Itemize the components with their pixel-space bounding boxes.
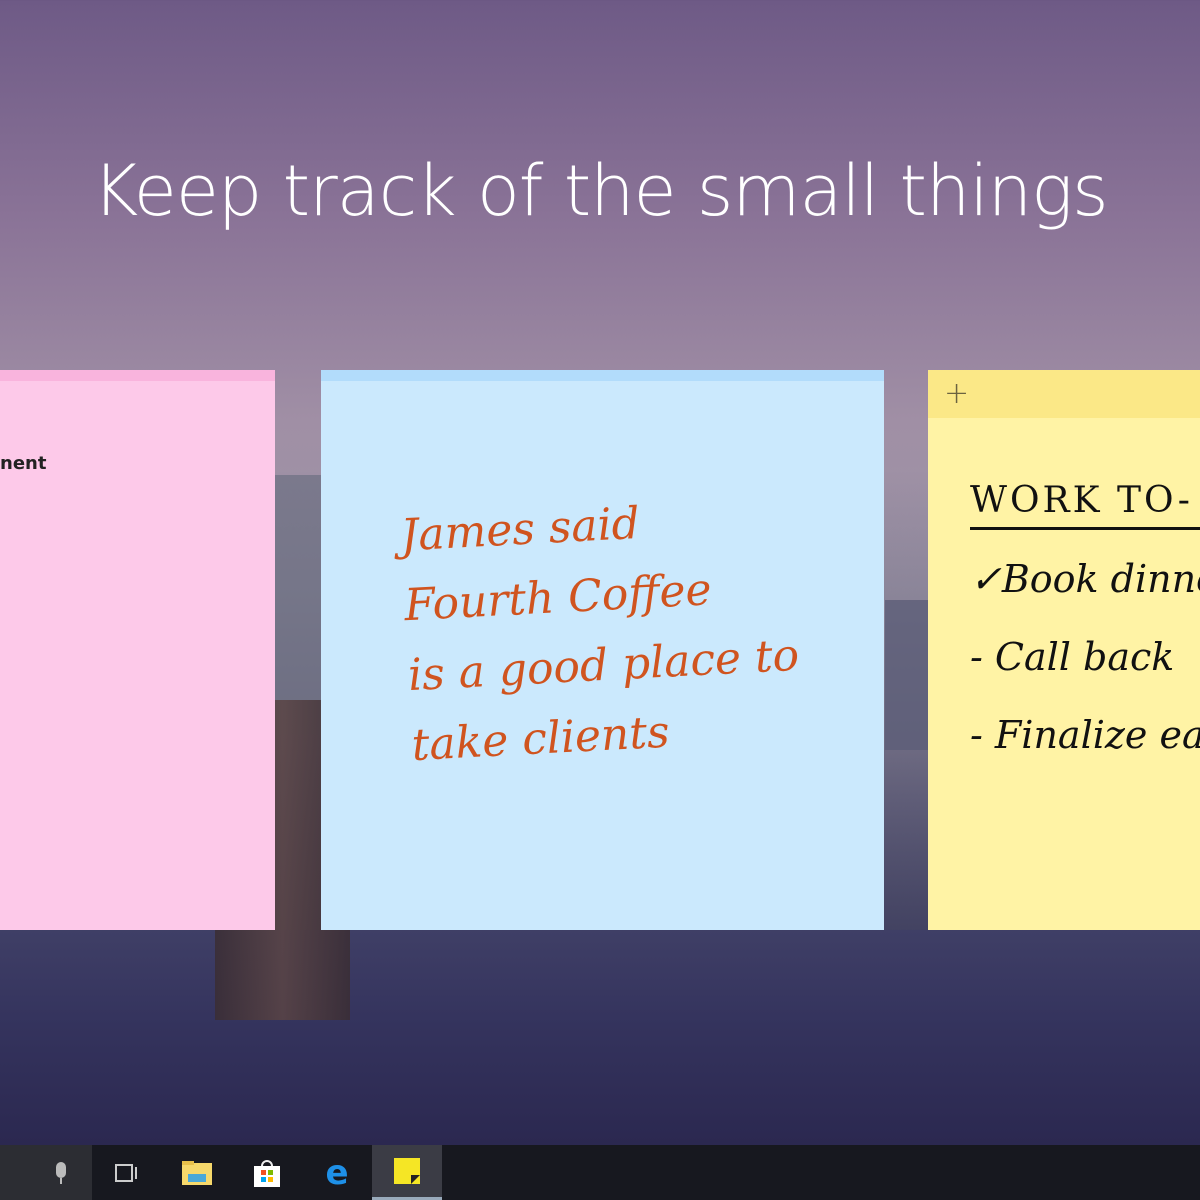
edge-button[interactable]: e — [302, 1145, 372, 1200]
taskbar: e — [0, 1145, 1200, 1200]
cortana-search-button[interactable] — [0, 1145, 92, 1200]
sticky-note-blue[interactable]: James said Fourth Coffee is a good place… — [321, 370, 884, 930]
handwritten-text: James said Fourth Coffee is a good place… — [399, 481, 805, 781]
sticky-notes-button[interactable] — [372, 1145, 442, 1200]
todo-title: WORK TO- — [970, 475, 1200, 530]
task-view-icon — [115, 1163, 137, 1182]
background-water — [0, 930, 1200, 1145]
sticky-note-yellow[interactable]: + WORK TO- ✓Book dinne - Call back - Fin… — [928, 370, 1200, 930]
note-text: nent — [0, 453, 47, 474]
bridge-tower — [275, 475, 325, 735]
edge-icon: e — [325, 1152, 349, 1193]
todo-list: WORK TO- ✓Book dinne - Call back - Final… — [970, 475, 1200, 774]
sticky-note-pink[interactable]: nent — [0, 370, 275, 930]
sticky-notes-icon — [394, 1158, 420, 1184]
headline: Keep track of the small things — [92, 150, 1108, 232]
file-explorer-icon — [182, 1160, 212, 1185]
store-icon — [254, 1159, 280, 1187]
add-note-button[interactable]: + — [944, 376, 969, 411]
store-button[interactable] — [232, 1145, 302, 1200]
todo-item: ✓Book dinne — [970, 557, 1200, 601]
file-explorer-button[interactable] — [162, 1145, 232, 1200]
building — [885, 600, 930, 750]
todo-item: - Call back — [970, 635, 1175, 679]
microphone-icon — [56, 1161, 66, 1184]
todo-item: - Finalize ear — [970, 713, 1200, 757]
note-header: + — [928, 370, 1200, 418]
task-view-button[interactable] — [92, 1145, 162, 1200]
